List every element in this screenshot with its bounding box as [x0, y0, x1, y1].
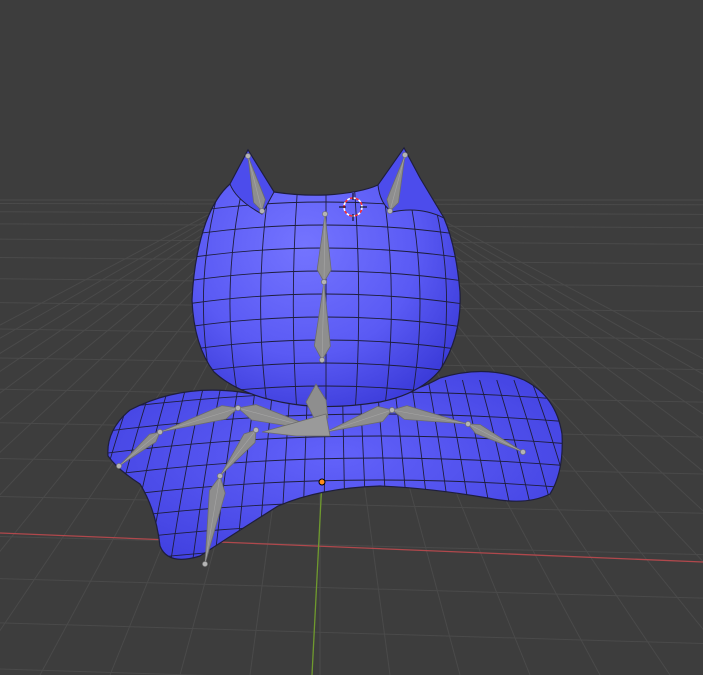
grid-line-h — [0, 622, 703, 645]
grid-line-h — [0, 536, 703, 556]
object-origin-point — [318, 478, 326, 486]
grid-line-h — [0, 578, 703, 599]
viewport-scene[interactable] — [0, 0, 703, 675]
x-axis-line — [0, 532, 703, 563]
3d-viewport[interactable] — [0, 0, 703, 675]
mesh-right-ear[interactable] — [377, 147, 446, 220]
